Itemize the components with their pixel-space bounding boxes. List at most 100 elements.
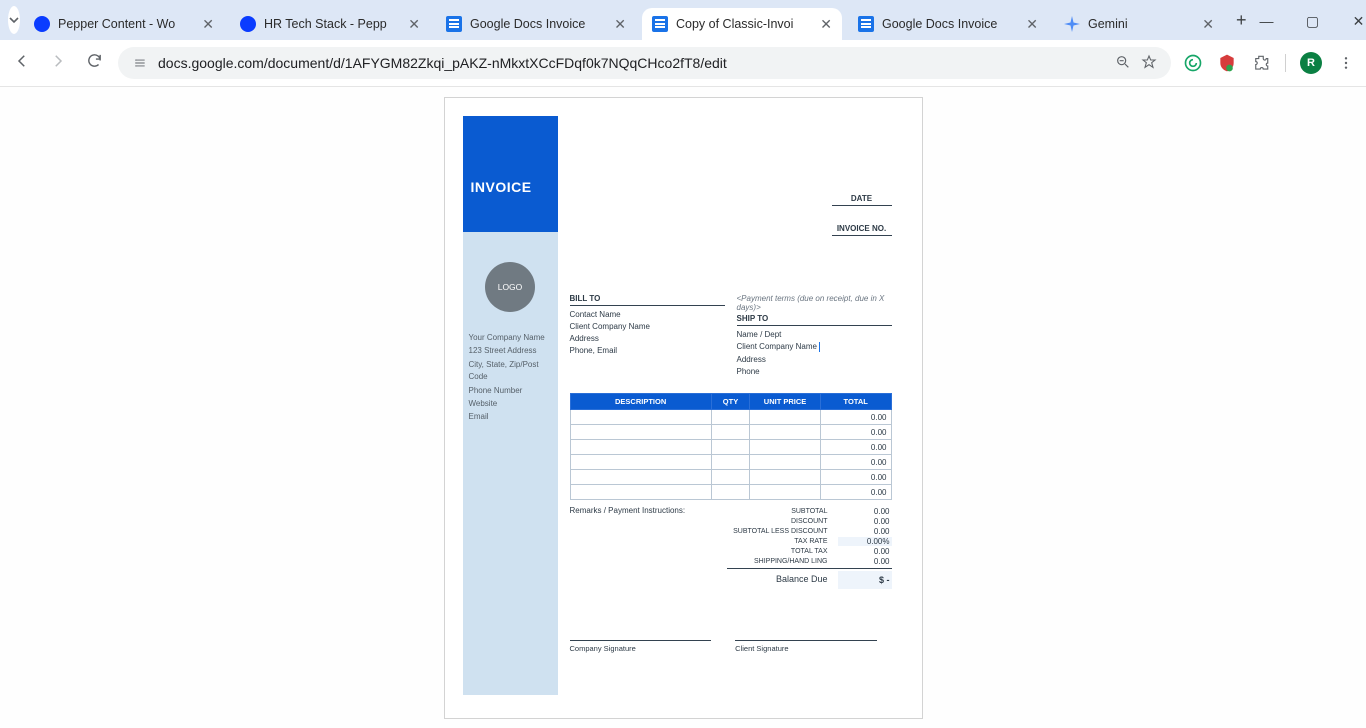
site-info-icon[interactable]	[132, 55, 148, 71]
company-phone: Phone Number	[469, 385, 552, 397]
address-bar[interactable]: docs.google.com/document/d/1AFYGM82Zkqi_…	[118, 47, 1171, 79]
docs-icon	[858, 16, 874, 32]
company-sign-line	[570, 640, 712, 642]
client-sign-label: Client Signature	[735, 644, 877, 653]
client-sign-line	[735, 640, 877, 642]
tab-search-button[interactable]	[8, 6, 20, 34]
invoice-header-band: INVOICE	[463, 116, 558, 232]
remarks-label: Remarks / Payment Instructions:	[570, 506, 727, 590]
ship-company: Client Company Name	[737, 342, 892, 352]
docs-icon	[652, 16, 668, 32]
invoice-heading: INVOICE	[471, 179, 532, 195]
window-close-button[interactable]: ✕	[1345, 13, 1366, 30]
back-button[interactable]	[10, 52, 34, 75]
taxrate-value: 0.00%	[838, 537, 892, 546]
forward-button[interactable]	[46, 52, 70, 75]
bill-company: Client Company Name	[570, 322, 725, 331]
invoice-page[interactable]: INVOICE LOGO Your Company Name 123 Stree…	[444, 97, 923, 719]
close-icon[interactable]: ✕	[202, 17, 214, 31]
minimize-button[interactable]: —	[1253, 13, 1281, 30]
tab-5[interactable]: Gemini ✕	[1054, 8, 1224, 40]
docs-icon	[446, 16, 462, 32]
tab-3-active[interactable]: Copy of Classic-Invoi ✕	[642, 8, 842, 40]
close-icon[interactable]: ✕	[614, 17, 626, 31]
close-icon[interactable]: ✕	[1026, 17, 1038, 31]
bill-address: Address	[570, 334, 725, 343]
tab-0[interactable]: Pepper Content - Wo ✕	[24, 8, 224, 40]
close-icon[interactable]: ✕	[820, 17, 832, 31]
shipping-label: SHIPPING/HAND LING	[727, 558, 828, 565]
invoice-sidebar: INVOICE LOGO Your Company Name 123 Stree…	[463, 116, 558, 695]
th-unit: UNIT PRICE	[750, 394, 821, 410]
url-text: docs.google.com/document/d/1AFYGM82Zkqi_…	[158, 55, 1105, 71]
invoice-no-label: INVOICE NO.	[832, 224, 892, 236]
bill-ship-section: BILL TO Contact Name Client Company Name…	[570, 294, 892, 379]
tab-4[interactable]: Google Docs Invoice ✕	[848, 8, 1048, 40]
line-items-table: DESCRIPTION QTY UNIT PRICE TOTAL 0.00 0.…	[570, 393, 892, 500]
profile-avatar[interactable]: R	[1300, 52, 1322, 74]
ship-to-heading: SHIP TO	[737, 314, 892, 326]
logo-placeholder: LOGO	[485, 262, 535, 312]
totaltax-value: 0.00	[838, 547, 892, 556]
subtotal-value: 0.00	[838, 507, 892, 516]
taxrate-label: TAX RATE	[727, 538, 828, 545]
tab-title: Copy of Classic-Invoi	[676, 17, 812, 31]
sidebar-fill	[463, 435, 558, 695]
document-viewport[interactable]: INVOICE LOGO Your Company Name 123 Stree…	[0, 87, 1366, 728]
table-row: 0.00	[570, 455, 891, 470]
tab-title: Google Docs Invoice	[882, 17, 1018, 31]
grammarly-icon[interactable]	[1183, 53, 1203, 73]
bookmark-icon[interactable]	[1141, 54, 1157, 73]
close-icon[interactable]: ✕	[1202, 17, 1214, 31]
shipping-value: 0.00	[838, 557, 892, 566]
reload-icon	[86, 52, 103, 69]
extensions-icon[interactable]	[1251, 53, 1271, 73]
table-row: 0.00	[570, 440, 891, 455]
pepper-icon	[34, 16, 50, 32]
reload-button[interactable]	[82, 52, 106, 74]
ship-address: Address	[737, 355, 892, 364]
subless-label: SUBTOTAL LESS DISCOUNT	[727, 528, 828, 535]
sender-company-block: Your Company Name 123 Street Address Cit…	[463, 332, 558, 435]
ship-to-column: <Payment terms (due on receipt, due in X…	[737, 294, 892, 379]
arrow-left-icon	[13, 52, 31, 70]
totaltax-label: TOTAL TAX	[727, 548, 828, 555]
close-icon[interactable]: ✕	[408, 17, 420, 31]
date-label: DATE	[832, 194, 892, 206]
tab-title: Gemini	[1088, 17, 1194, 31]
table-row: 0.00	[570, 425, 891, 440]
balance-label: Balance Due	[727, 575, 828, 585]
ship-name: Name / Dept	[737, 330, 892, 339]
subtotal-label: SUBTOTAL	[727, 508, 828, 515]
extension-adblock-icon[interactable]	[1217, 53, 1237, 73]
gemini-icon	[1064, 16, 1080, 32]
company-email: Email	[469, 411, 552, 423]
table-row: 0.00	[570, 410, 891, 425]
window-controls: — ▢ ✕	[1247, 13, 1366, 40]
payment-terms: <Payment terms (due on receipt, due in X…	[737, 294, 892, 312]
totals-block: SUBTOTAL 0.00 DISCOUNT 0.00 SUBTOTAL LESS …	[727, 506, 892, 590]
signatures: Company Signature Client Signature	[570, 640, 892, 653]
chevron-down-icon	[8, 14, 20, 26]
tab-2[interactable]: Google Docs Invoice ✕	[436, 8, 636, 40]
bill-to-heading: BILL TO	[570, 294, 725, 306]
company-website: Website	[469, 398, 552, 410]
ship-phone: Phone	[737, 367, 892, 376]
toolbar-right: R	[1183, 52, 1356, 74]
invoice-body: DATE INVOICE NO. BILL TO Contact Name Cl…	[570, 116, 892, 695]
new-tab-button[interactable]: +	[1236, 6, 1247, 34]
bill-phone-email: Phone, Email	[570, 346, 725, 355]
bill-to-column: BILL TO Contact Name Client Company Name…	[570, 294, 725, 379]
th-qty: QTY	[711, 394, 750, 410]
discount-label: DISCOUNT	[727, 518, 828, 525]
tab-1[interactable]: HR Tech Stack - Pepp ✕	[230, 8, 430, 40]
browser-toolbar: docs.google.com/document/d/1AFYGM82Zkqi_…	[0, 40, 1366, 87]
kebab-menu-icon[interactable]	[1336, 53, 1356, 73]
zoom-icon[interactable]	[1115, 54, 1131, 73]
maximize-button[interactable]: ▢	[1299, 13, 1327, 30]
arrow-right-icon	[49, 52, 67, 70]
separator	[1285, 54, 1286, 72]
table-row: 0.00	[570, 485, 891, 500]
subless-value: 0.00	[838, 527, 892, 536]
th-total: TOTAL	[820, 394, 891, 410]
